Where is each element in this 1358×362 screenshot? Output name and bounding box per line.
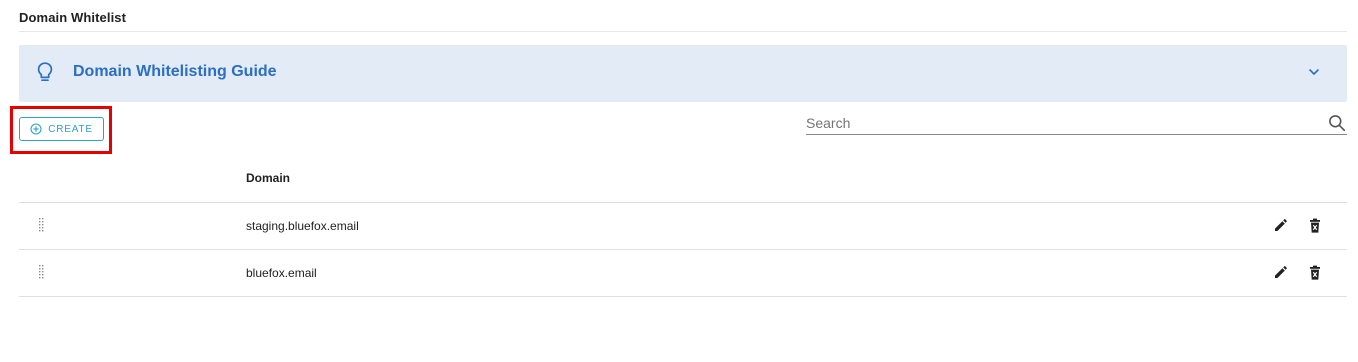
page-title: Domain Whitelist <box>19 10 127 25</box>
drag-handle-icon[interactable] <box>38 265 46 279</box>
guide-title: Domain Whitelisting Guide <box>73 63 277 80</box>
domain-cell: bluefox.email <box>246 266 317 280</box>
edit-icon[interactable] <box>1272 265 1288 281</box>
domain-table: Domain staging.bluefox.email bluefox.ema… <box>19 155 1347 297</box>
domain-cell: staging.bluefox.email <box>246 219 359 233</box>
chevron-down-icon[interactable] <box>1307 65 1321 79</box>
create-button-label: CREATE <box>48 123 93 135</box>
lightbulb-icon <box>37 62 53 82</box>
column-header-domain[interactable]: Domain <box>246 171 290 185</box>
title-divider <box>19 31 1347 32</box>
add-circle-icon <box>30 123 42 135</box>
delete-icon[interactable] <box>1309 218 1321 234</box>
table-row: bluefox.email <box>19 250 1347 297</box>
guide-panel[interactable]: Domain Whitelisting Guide <box>19 45 1347 102</box>
drag-handle-icon[interactable] <box>38 218 46 232</box>
edit-icon[interactable] <box>1272 218 1288 234</box>
search-icon[interactable] <box>1328 114 1346 132</box>
create-button[interactable]: CREATE <box>19 117 104 141</box>
delete-icon[interactable] <box>1309 265 1321 281</box>
search-input[interactable] <box>806 112 1316 134</box>
search-field <box>806 112 1347 135</box>
domain-whitelist-page: Domain Whitelist Domain Whitelisting Gui… <box>0 0 1358 362</box>
table-header: Domain <box>19 155 1347 203</box>
table-row: staging.bluefox.email <box>19 203 1347 250</box>
